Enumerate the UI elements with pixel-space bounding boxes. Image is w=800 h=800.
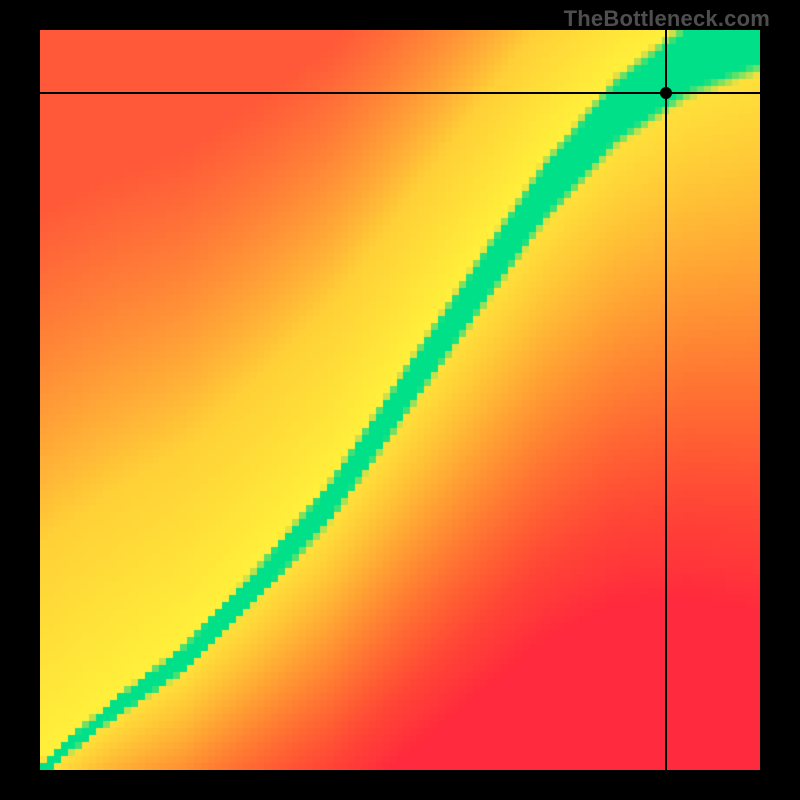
data-point-marker (660, 87, 672, 99)
chart-frame: TheBottleneck.com (0, 0, 800, 800)
crosshair-vertical (665, 30, 667, 770)
heatmap-plot (40, 30, 760, 770)
crosshair-horizontal (40, 92, 760, 94)
watermark-text: TheBottleneck.com (564, 6, 770, 32)
heatmap-canvas (40, 30, 760, 770)
